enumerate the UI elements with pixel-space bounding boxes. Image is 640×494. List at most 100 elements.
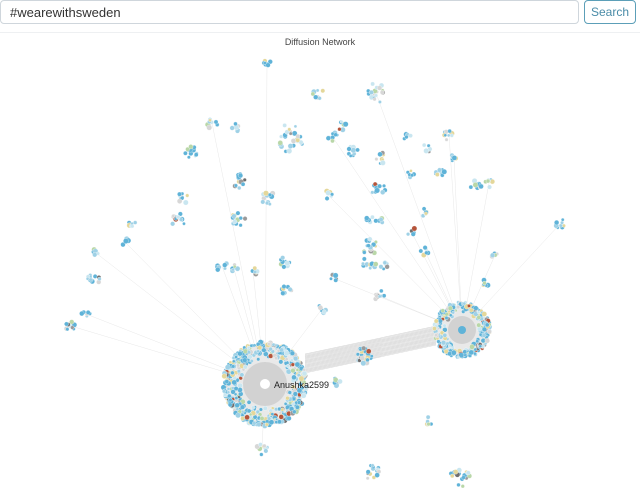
small-cluster — [317, 303, 329, 316]
small-cluster — [405, 169, 417, 180]
small-cluster — [325, 130, 339, 144]
network-node — [424, 250, 429, 255]
network-node — [450, 473, 455, 479]
network-node — [222, 262, 228, 268]
network-node — [240, 416, 245, 421]
network-node — [290, 138, 297, 144]
network-node — [444, 137, 449, 142]
network-node — [424, 211, 428, 216]
network-node — [234, 396, 239, 400]
network-node — [274, 356, 278, 361]
network-node — [292, 409, 297, 414]
network-node — [237, 360, 241, 365]
network-node — [337, 378, 343, 385]
network-node — [406, 232, 411, 237]
small-cluster — [120, 236, 132, 248]
network-node — [185, 193, 190, 198]
network-node — [330, 138, 335, 144]
small-cluster — [329, 272, 339, 283]
network-node — [70, 325, 75, 330]
network-node — [346, 146, 352, 152]
network-node — [444, 316, 449, 320]
network-node — [284, 357, 289, 362]
network-node — [229, 125, 235, 131]
network-node — [287, 127, 292, 132]
network-node — [231, 379, 237, 386]
network-node — [290, 368, 296, 374]
network-node — [176, 214, 181, 220]
network-node — [278, 359, 284, 365]
network-node — [473, 347, 478, 352]
network-node — [65, 327, 70, 332]
network-node — [270, 412, 275, 416]
network-node — [410, 231, 416, 237]
small-cluster — [85, 273, 102, 285]
network-node — [411, 225, 418, 232]
network-node — [256, 349, 260, 353]
network-node — [473, 305, 479, 311]
network-node — [409, 169, 413, 173]
network-node — [437, 318, 443, 324]
network-node — [240, 404, 246, 410]
network-node — [365, 469, 371, 475]
network-node — [92, 252, 98, 258]
network-node — [378, 264, 384, 270]
network-node — [170, 221, 176, 227]
network-node — [277, 419, 282, 425]
network-node — [263, 448, 269, 454]
network-node — [280, 255, 286, 261]
network-node — [248, 412, 253, 417]
network-node — [256, 421, 262, 427]
search-input[interactable] — [0, 0, 579, 24]
network-node — [236, 369, 241, 374]
network-node — [451, 155, 458, 161]
network-node — [296, 400, 302, 405]
network-node — [133, 220, 138, 225]
small-cluster — [260, 190, 276, 206]
network-node — [380, 90, 385, 95]
network-node — [208, 118, 212, 122]
network-node — [287, 143, 294, 149]
network-node — [183, 199, 189, 206]
small-cluster — [176, 191, 190, 206]
network-node — [380, 160, 386, 166]
small-cluster — [63, 319, 78, 332]
small-cluster — [126, 220, 138, 229]
diffusion-network-graph[interactable]: Anushka2599 — [0, 46, 640, 494]
network-node — [332, 272, 339, 279]
network-node — [263, 190, 269, 197]
network-node — [423, 148, 430, 154]
network-node — [490, 252, 496, 258]
network-node — [85, 310, 91, 315]
network-node — [447, 129, 452, 134]
network-node — [372, 181, 378, 187]
network-node — [468, 184, 473, 190]
network-node — [449, 313, 453, 317]
small-cluster — [277, 123, 305, 154]
small-cluster — [261, 58, 273, 68]
network-node — [291, 396, 296, 401]
network-node — [442, 323, 447, 328]
network-node — [437, 167, 442, 173]
network-node — [183, 150, 188, 156]
search-button[interactable]: Search — [584, 0, 636, 24]
network-node — [487, 184, 492, 190]
network-node — [246, 345, 251, 350]
network-node — [359, 355, 366, 361]
network-node — [259, 416, 265, 421]
network-node — [260, 199, 266, 205]
network-edge — [448, 134, 463, 331]
network-node — [434, 333, 438, 337]
network-node — [361, 261, 365, 266]
network-node — [365, 476, 370, 481]
network-node — [475, 339, 479, 344]
network-node — [252, 266, 257, 271]
network-node — [228, 397, 233, 402]
network-node — [227, 393, 232, 399]
network-node — [281, 284, 287, 289]
network-node — [231, 213, 237, 219]
network-node — [286, 363, 291, 369]
small-cluster — [364, 215, 375, 225]
network-node — [370, 354, 374, 358]
network-node — [456, 482, 461, 487]
